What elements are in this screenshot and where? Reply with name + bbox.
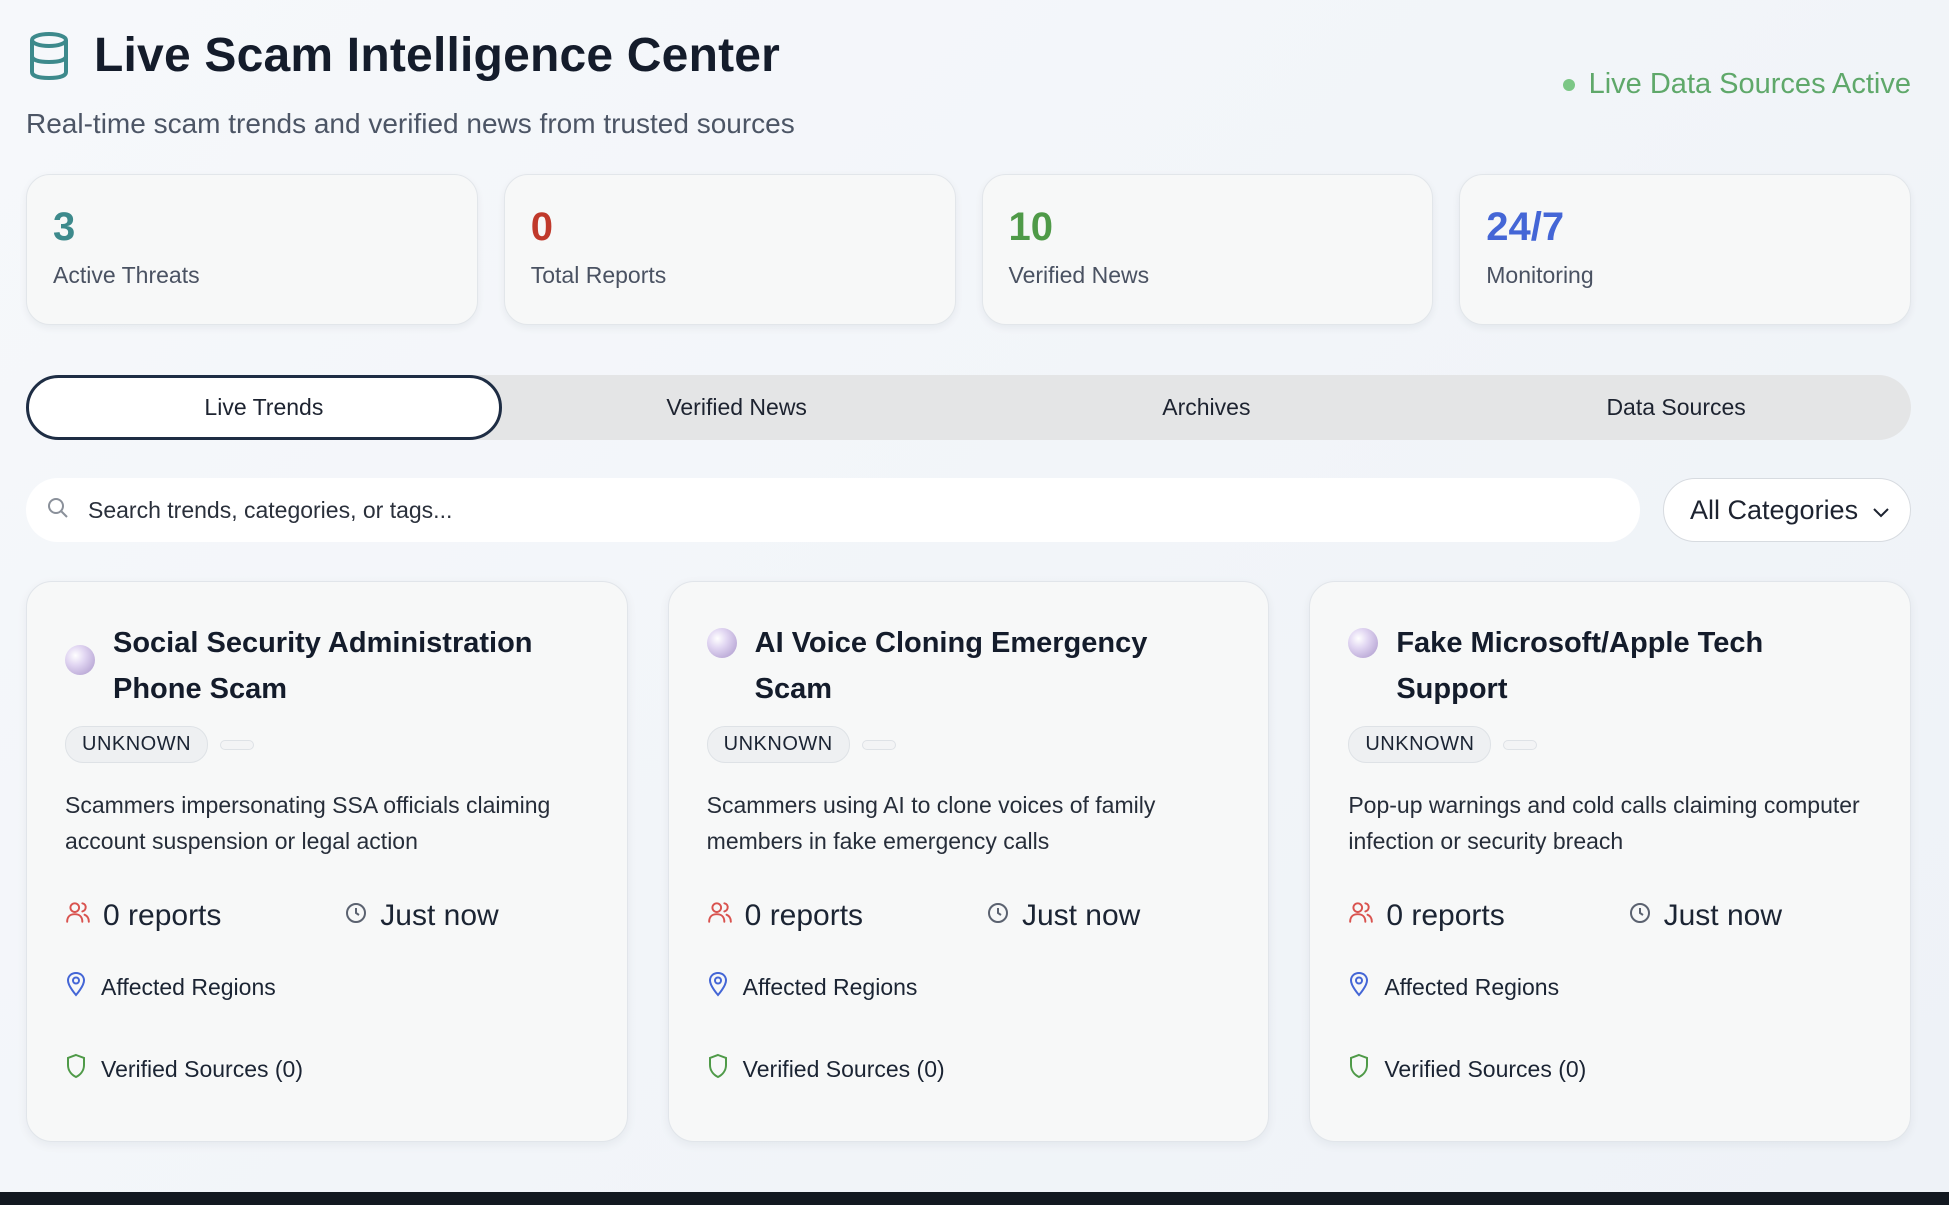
sources-label: Verified Sources (0)	[742, 1055, 945, 1082]
footer-bar	[0, 1192, 1949, 1205]
status-dot-icon	[1562, 78, 1575, 91]
shield-icon	[65, 1053, 87, 1085]
users-icon	[1348, 899, 1374, 933]
severity-badge: UNKNOWN	[706, 726, 850, 763]
trend-card[interactable]: Fake Microsoft/Apple Tech Support UNKNOW…	[1309, 581, 1912, 1142]
card-header: AI Voice Cloning Emergency Scam	[706, 620, 1231, 712]
affected-regions: Affected Regions	[707, 971, 1231, 1003]
stat-card-total-reports: 0 Total Reports	[503, 174, 956, 325]
card-description: Pop-up warnings and cold calls claiming …	[1348, 792, 1860, 854]
time-text: Just now	[380, 899, 499, 932]
severity-orb-icon	[1348, 628, 1379, 658]
affected-regions: Affected Regions	[1348, 971, 1872, 1003]
card-badges: UNKNOWN	[706, 726, 1231, 763]
stat-value: 3	[53, 205, 76, 249]
severity-orb-icon	[706, 628, 737, 658]
tab-verified-news[interactable]: Verified News	[502, 375, 972, 440]
reports-text: 0 reports	[1386, 899, 1505, 932]
search-icon	[46, 496, 70, 525]
map-pin-icon	[707, 971, 729, 1003]
stat-label: Monitoring	[1486, 262, 1594, 288]
clock-icon	[344, 899, 368, 933]
search-input[interactable]	[88, 496, 1488, 524]
affected-regions: Affected Regions	[65, 971, 589, 1003]
last-updated: Just now	[986, 899, 1140, 933]
stat-value: 0	[530, 205, 553, 249]
search-bar	[26, 478, 1640, 542]
reports-count: 0 reports	[65, 899, 221, 933]
card-description: Scammers impersonating SSA officials cla…	[65, 792, 551, 854]
last-updated: Just now	[1628, 899, 1782, 933]
regions-label: Affected Regions	[1384, 973, 1560, 1000]
card-title: Social Security Administration Phone Sca…	[113, 627, 533, 705]
sources-label: Verified Sources (0)	[1384, 1055, 1587, 1082]
regions-label: Affected Regions	[742, 973, 918, 1000]
chevron-down-icon	[1872, 495, 1890, 526]
database-icon	[26, 30, 72, 82]
empty-badge	[1503, 739, 1538, 750]
live-status-indicator: Live Data Sources Active	[1562, 68, 1911, 101]
clock-icon	[1628, 899, 1652, 933]
stat-label: Active Threats	[53, 262, 200, 288]
time-text: Just now	[1663, 899, 1783, 932]
tab-data-sources[interactable]: Data Sources	[1441, 375, 1911, 440]
card-header: Social Security Administration Phone Sca…	[65, 620, 589, 712]
reports-count: 0 reports	[707, 899, 863, 933]
time-text: Just now	[1021, 899, 1141, 932]
card-badges: UNKNOWN	[65, 726, 589, 763]
card-header: Fake Microsoft/Apple Tech Support	[1348, 620, 1872, 712]
card-title: Fake Microsoft/Apple Tech Support	[1396, 627, 1764, 705]
users-icon	[65, 899, 91, 933]
live-status-text: Live Data Sources Active	[1588, 68, 1911, 100]
map-pin-icon	[1348, 971, 1370, 1003]
tab-live-trends[interactable]: Live Trends	[26, 375, 502, 440]
title-row: Live Scam Intelligence Center	[26, 28, 780, 83]
stat-card-monitoring: 24/7 Monitoring	[1459, 174, 1911, 325]
empty-badge	[861, 739, 896, 750]
severity-badge: UNKNOWN	[65, 726, 209, 763]
reports-text: 0 reports	[744, 899, 864, 932]
verified-sources: Verified Sources (0)	[707, 1053, 1231, 1085]
verified-sources: Verified Sources (0)	[1348, 1053, 1872, 1085]
stat-card-active-threats: 3 Active Threats	[26, 174, 478, 325]
card-meta: 0 reports Just now	[707, 899, 1231, 933]
users-icon	[707, 899, 733, 933]
map-pin-icon	[65, 971, 87, 1003]
tab-archives[interactable]: Archives	[972, 375, 1442, 440]
reports-text: 0 reports	[103, 899, 222, 932]
tab-bar: Live Trends Verified News Archives Data …	[26, 375, 1911, 440]
severity-orb-icon	[65, 645, 95, 675]
stat-label: Verified News	[1008, 262, 1150, 288]
trend-card-grid: Social Security Administration Phone Sca…	[26, 581, 1912, 1142]
stat-value: 24/7	[1486, 205, 1565, 249]
trend-card[interactable]: AI Voice Cloning Emergency Scam UNKNOWN …	[667, 581, 1270, 1142]
card-badges: UNKNOWN	[1348, 726, 1872, 763]
page-header: Live Scam Intelligence Center Real-time …	[26, 0, 1911, 160]
stat-label: Total Reports	[530, 262, 667, 288]
page-subtitle: Real-time scam trends and verified news …	[26, 108, 795, 139]
sources-label: Verified Sources (0)	[101, 1055, 303, 1082]
card-meta: 0 reports Just now	[65, 899, 589, 933]
stat-card-verified-news: 10 Verified News	[981, 174, 1434, 325]
shield-icon	[707, 1053, 729, 1085]
reports-count: 0 reports	[1348, 899, 1505, 933]
clock-icon	[986, 899, 1010, 933]
page-title: Live Scam Intelligence Center	[94, 29, 781, 82]
empty-badge	[220, 739, 255, 750]
category-select[interactable]: All Categories	[1663, 478, 1911, 542]
trend-card[interactable]: Social Security Administration Phone Sca…	[26, 581, 628, 1142]
card-meta: 0 reports Just now	[1348, 899, 1872, 933]
category-select-value: All Categories	[1690, 494, 1859, 525]
regions-label: Affected Regions	[101, 973, 276, 1000]
stats-row: 3 Active Threats 0 Total Reports 10 Veri…	[26, 174, 1911, 325]
last-updated: Just now	[344, 899, 499, 933]
card-title: AI Voice Cloning Emergency Scam	[754, 627, 1148, 705]
shield-icon	[1348, 1053, 1370, 1085]
verified-sources: Verified Sources (0)	[65, 1053, 589, 1085]
stat-value: 10	[1008, 205, 1054, 249]
severity-badge: UNKNOWN	[1348, 726, 1492, 763]
card-description: Scammers using AI to clone voices of fam…	[706, 792, 1156, 854]
